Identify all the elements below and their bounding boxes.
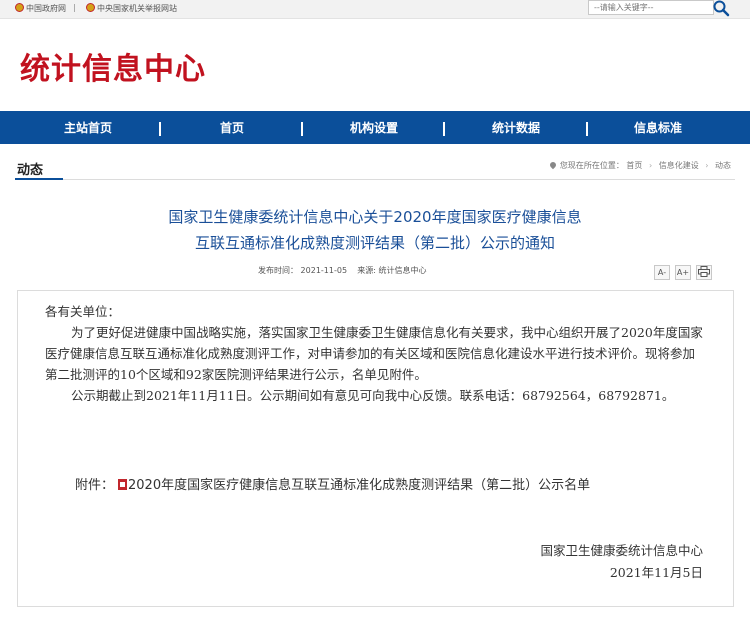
font-decrease-button[interactable]: A- xyxy=(654,265,670,280)
article-title-line2: 互联互通标准化成熟度测评结果（第二批）公示的通知 xyxy=(194,234,555,252)
source-label: 来源: xyxy=(357,266,376,275)
section-header: 动态 您现在所在位置： 首页 › 信息化建设 › 动态 xyxy=(15,149,735,180)
breadcrumb: 您现在所在位置： 首页 › 信息化建设 › 动态 xyxy=(548,160,731,171)
topbar-separator: | xyxy=(73,3,76,12)
nav-item-main-home[interactable]: 主站首页 xyxy=(38,113,138,144)
nav-item-standards[interactable]: 信息标准 xyxy=(608,113,708,144)
main-nav: 主站首页 首页 机构设置 统计数据 信息标准 xyxy=(0,111,750,144)
font-increase-button[interactable]: A+ xyxy=(675,265,691,280)
section-title: 动态 xyxy=(17,163,44,178)
pdf-icon xyxy=(118,479,128,490)
breadcrumb-it-construction[interactable]: 信息化建设 xyxy=(659,161,699,170)
date-label: 发布时间： xyxy=(258,266,298,275)
nav-divider xyxy=(301,122,303,136)
search-icon[interactable] xyxy=(712,0,730,17)
source-value: 统计信息中心 xyxy=(378,266,427,275)
breadcrumb-prefix: 您现在所在位置： xyxy=(559,161,624,170)
search-input[interactable] xyxy=(588,0,714,15)
article-body: 为了更好促进健康中国战略实施，落实国家卫生健康委卫生健康信息化有关要求，我中心组… xyxy=(45,322,705,406)
breadcrumb-current[interactable]: 动态 xyxy=(715,161,731,170)
emblem-icon xyxy=(86,3,95,12)
breadcrumb-home[interactable]: 首页 xyxy=(626,161,642,170)
attachment: 附件： 2020年度国家医疗健康信息互联互通标准化成熟度测评结果（第二批）公示名单 xyxy=(75,474,590,493)
report-site-link[interactable]: 中央国家机关举报网站 xyxy=(86,3,177,14)
nav-divider xyxy=(159,122,161,136)
article-meta: 发布时间： 2021-11-05 来源: 统计信息中心 xyxy=(258,265,426,276)
chevron-right-icon: › xyxy=(705,161,709,170)
nav-item-organization[interactable]: 机构设置 xyxy=(324,113,424,144)
nav-item-home[interactable]: 首页 xyxy=(182,113,282,144)
article-title-line1: 国家卫生健康委统计信息中心关于2020年度国家医疗健康信息 xyxy=(168,208,582,226)
gov-portal-label: 中国政府网 xyxy=(26,4,66,13)
paragraph-2: 公示期截止到2021年11月11日。公示期间如有意见可向我中心反馈。联系电话：6… xyxy=(71,388,675,403)
top-utility-bar: 中国政府网 | 中央国家机关举报网站 xyxy=(0,0,750,19)
attachment-link[interactable]: 2020年度国家医疗健康信息互联互通标准化成熟度测评结果（第二批）公示名单 xyxy=(128,478,590,493)
salutation: 各有关单位： xyxy=(45,304,121,319)
paragraph-1: 为了更好促进健康中国战略实施，落实国家卫生健康委卫生健康信息化有关要求，我中心组… xyxy=(45,325,703,382)
attachment-label: 附件： xyxy=(75,478,115,493)
emblem-icon xyxy=(15,3,24,12)
signature-org: 国家卫生健康委统计信息中心 xyxy=(540,543,703,558)
nav-divider xyxy=(443,122,445,136)
report-site-label: 中央国家机关举报网站 xyxy=(97,4,177,13)
chevron-right-icon: › xyxy=(648,161,653,170)
signature-date: 2021年11月5日 xyxy=(609,565,703,580)
nav-divider xyxy=(586,122,588,136)
location-pin-icon xyxy=(548,160,558,170)
publish-date: 2021-11-05 xyxy=(300,266,348,275)
section-underline xyxy=(15,178,63,180)
nav-item-statistics[interactable]: 统计数据 xyxy=(466,113,566,144)
site-title[interactable]: 统计信息中心 xyxy=(20,44,206,88)
print-button[interactable] xyxy=(696,265,712,280)
print-icon xyxy=(698,266,710,277)
gov-portal-link[interactable]: 中国政府网 xyxy=(15,3,66,14)
